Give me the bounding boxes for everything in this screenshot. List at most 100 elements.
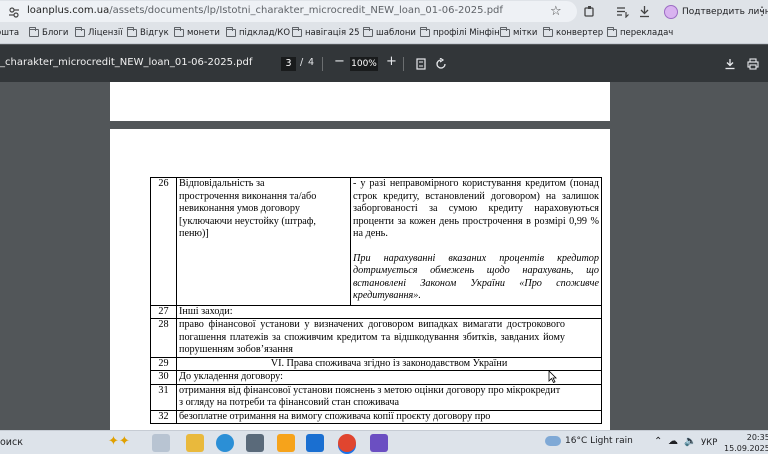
- store-icon[interactable]: [246, 434, 264, 452]
- pdf-page-previous: [110, 82, 610, 121]
- row-number: 28: [150, 318, 177, 358]
- edge-browser-icon[interactable]: [216, 434, 234, 452]
- profile-button[interactable]: Подтвердить личность: [664, 3, 768, 20]
- task-view-icon[interactable]: [152, 434, 170, 452]
- bookmark-item[interactable]: конвертер: [543, 27, 603, 38]
- bookmark-item[interactable]: підклад/КО: [226, 27, 291, 38]
- row-text: безоплатне отримання на вимогу споживача…: [176, 409, 602, 424]
- site-info-icon[interactable]: [8, 6, 20, 18]
- divider: [403, 57, 404, 71]
- browser-menu-icon[interactable]: ⋮: [756, 4, 768, 18]
- reading-list-icon[interactable]: [616, 5, 629, 18]
- folder-icon: [75, 27, 85, 37]
- bookmark-item[interactable]: Відгук: [127, 27, 169, 38]
- row-text: До укладення договору:: [176, 370, 602, 385]
- language-indicator[interactable]: УКР: [701, 438, 717, 448]
- print-icon[interactable]: [747, 58, 759, 70]
- table-row: 26 Відповідальність за прострочення вико…: [150, 177, 602, 306]
- bookmark-item[interactable]: профілі Мінфін: [420, 27, 500, 38]
- file-explorer-icon[interactable]: [186, 434, 204, 452]
- bookmark-label: Відгук: [140, 28, 169, 38]
- address-bar[interactable]: loanplus.com.ua/assets/documents/lp/Isto…: [0, 1, 577, 22]
- rotate-icon[interactable]: [435, 58, 447, 70]
- zoom-out-button[interactable]: −: [334, 54, 345, 69]
- page-number-input[interactable]: 3: [281, 57, 296, 71]
- bookmark-item[interactable]: перекладач: [607, 27, 674, 38]
- table-row: 29 VI. Права споживача згідно із законод…: [150, 356, 602, 371]
- extensions-icon[interactable]: [583, 5, 596, 18]
- folder-icon: [420, 27, 430, 37]
- row-title-line: невиконання умов договору: [179, 203, 300, 214]
- table-row: 30 До укладення договору:: [150, 370, 602, 385]
- bookmark-item[interactable]: мітки: [500, 27, 537, 38]
- folder-icon: [500, 27, 510, 37]
- folder-icon: [174, 27, 184, 37]
- copilot-sparkle-icon[interactable]: ✦✦: [108, 434, 130, 449]
- bookmark-item[interactable]: Ліцензії: [75, 27, 123, 38]
- taskbar: оиск ✦✦ 16°C Light rain ⌃ ☁ 🔈 УКР 20:35 …: [0, 430, 768, 454]
- table-row: 32 безоплатне отримання на вимогу спожив…: [150, 409, 602, 424]
- table-row: 28 право фінансової установи у визначени…: [150, 318, 602, 358]
- bookmark-item[interactable]: навігація 25: [292, 27, 360, 38]
- row-text: отримання від фінансової установи поясне…: [176, 383, 602, 411]
- zoom-in-button[interactable]: +: [386, 54, 397, 69]
- download-pdf-icon[interactable]: [724, 58, 736, 70]
- fit-page-icon[interactable]: [416, 58, 426, 70]
- divider: [322, 57, 323, 71]
- bookmark-label: шаблони: [376, 28, 416, 38]
- bookmark-label: монети: [187, 28, 220, 38]
- zoom-input[interactable]: 100%: [350, 57, 378, 71]
- row-number: 30: [150, 370, 177, 385]
- volume-icon[interactable]: 🔈: [684, 436, 696, 447]
- penalty-note: При нарахуванні вказаних процентів креди…: [353, 252, 599, 302]
- row-title-line: Відповідальність за: [179, 178, 265, 189]
- url-host: loanplus.com.ua: [27, 5, 110, 16]
- row-value: - у разі неправомірного користування кре…: [350, 177, 602, 306]
- mouse-cursor-icon: [548, 370, 557, 383]
- bookmark-label: перекладач: [620, 28, 674, 38]
- pdf-toolbar: _charakter_microcredit_NEW_loan_01-06-20…: [0, 45, 768, 82]
- row-title-line: прострочення виконання та/або: [179, 190, 317, 202]
- app-icon[interactable]: [277, 434, 295, 452]
- weather-text: 16°C Light rain: [565, 436, 633, 446]
- page-separator: /: [300, 57, 304, 68]
- url-text[interactable]: loanplus.com.ua/assets/documents/lp/Isto…: [27, 5, 503, 16]
- penalty-text: - у разі неправомірного користування кре…: [353, 178, 599, 239]
- weather-widget[interactable]: 16°C Light rain: [545, 436, 633, 446]
- bookmark-item[interactable]: ошта: [0, 28, 19, 38]
- tray-overflow-icon[interactable]: ⌃: [654, 436, 662, 447]
- bookmark-star-icon[interactable]: ☆: [550, 4, 562, 19]
- folder-icon: [607, 27, 617, 37]
- bookmark-item[interactable]: шаблони: [363, 27, 416, 38]
- bookmarks-bar: ошта Блоги Ліцензії Відгук монети підкла…: [0, 24, 768, 44]
- row-title: Відповідальність за прострочення виконан…: [176, 177, 351, 306]
- bookmark-item[interactable]: Блоги: [29, 27, 69, 38]
- row-number: 26: [150, 177, 177, 306]
- folder-icon: [363, 27, 373, 37]
- clock-date: 15.09.2025: [724, 444, 768, 453]
- credit-terms-table: 26 Відповідальність за прострочення вико…: [150, 177, 602, 424]
- bookmark-item[interactable]: монети: [174, 27, 220, 38]
- clock[interactable]: 20:35 15.09.2025: [724, 432, 768, 454]
- bookmark-label: підклад/КО: [239, 28, 291, 38]
- bookmark-label: ошта: [0, 28, 20, 38]
- row-number: 32: [150, 409, 177, 424]
- browser-toolbar: loanplus.com.ua/assets/documents/lp/Isto…: [0, 0, 768, 24]
- chrome-browser-icon[interactable]: [338, 434, 356, 452]
- pdf-viewport[interactable]: 26 Відповідальність за прострочення вико…: [0, 82, 768, 430]
- row-number: 29: [150, 356, 177, 371]
- row-text: Інші заходи:: [176, 304, 602, 319]
- mail-icon[interactable]: [306, 434, 324, 452]
- folder-icon: [543, 27, 553, 37]
- teams-icon[interactable]: [370, 434, 388, 452]
- bookmark-label: навігація 25: [305, 28, 360, 38]
- section-heading: VI. Права споживача згідно із законодавс…: [176, 356, 602, 371]
- cloud-icon[interactable]: ☁: [668, 436, 678, 447]
- table-row: 27 Інші заходи:: [150, 304, 602, 319]
- bookmark-label: Ліцензії: [88, 28, 123, 38]
- bookmark-label: Блоги: [42, 28, 69, 38]
- row-title-line: [уключаючи неустойку (штраф,: [179, 215, 316, 227]
- download-icon[interactable]: [638, 5, 651, 18]
- folder-icon: [127, 27, 137, 37]
- taskbar-search[interactable]: оиск: [0, 437, 23, 448]
